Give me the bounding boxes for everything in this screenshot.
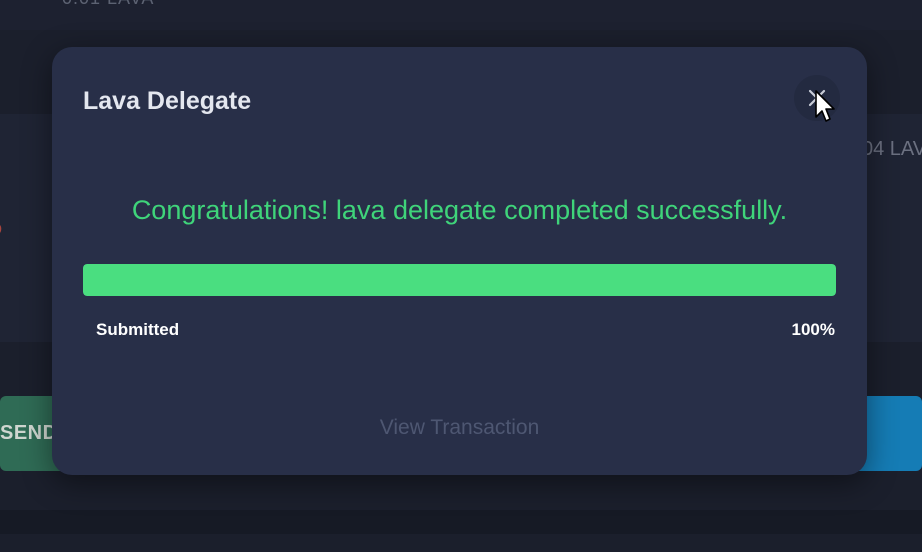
background-balance-text: 0.01 LAVA (62, 0, 154, 9)
progress-status-label: Submitted (96, 320, 180, 339)
background-footer-strip (0, 534, 922, 552)
progress-bar (83, 264, 836, 296)
success-message: Congratulations! lava delegate completed… (131, 195, 788, 225)
background-send-label: SEND (0, 422, 58, 444)
page: 0.01 LAVA 04 LAV o SEND Lava Delegate Co… (0, 0, 922, 552)
progress-percent-label: 100% (791, 320, 835, 339)
delegate-modal: Lava Delegate Congratulations! lava dele… (52, 47, 867, 475)
background-left-mark: o (0, 218, 2, 239)
view-transaction-link[interactable]: View Transaction (52, 416, 867, 440)
background-right-amount: 04 LAV (862, 138, 922, 160)
mouse-cursor-icon (815, 90, 835, 122)
progress-bar-fill (83, 264, 836, 296)
modal-title: Lava Delegate (83, 87, 252, 115)
